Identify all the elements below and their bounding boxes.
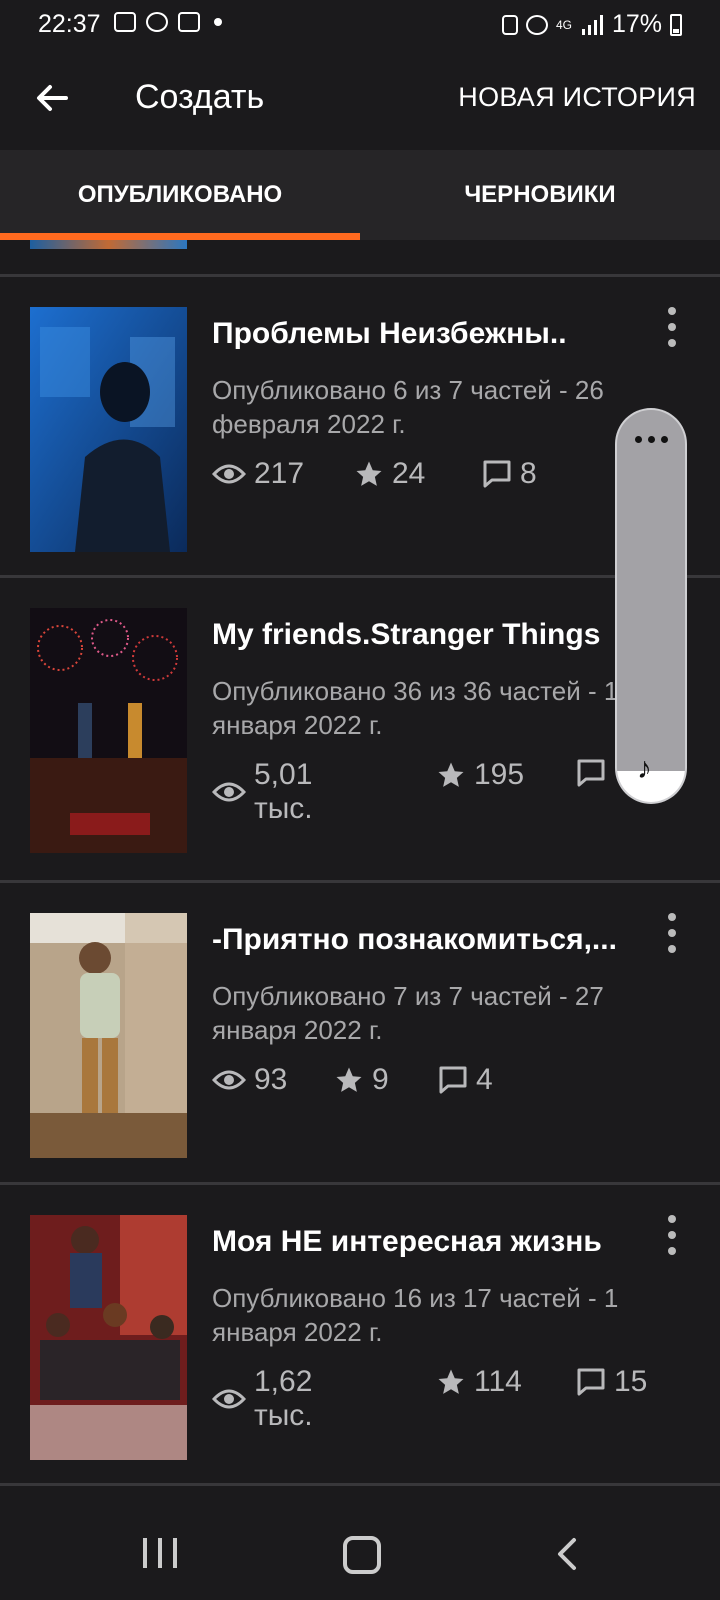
comments-count: 8 [520, 457, 537, 490]
status-bar: 22:37 4G 17% [0, 0, 720, 48]
story-meta: Опубликовано 36 из 36 частей - 1 января … [212, 676, 619, 740]
votes-count: 195 [474, 758, 525, 791]
comments-stat: 8 [482, 457, 537, 491]
system-nav-bar [0, 1510, 720, 1600]
gallery-icon [114, 12, 136, 32]
story-item[interactable]: -Приятно познакомиться,... Опубликовано … [0, 883, 720, 1188]
story-cover[interactable] [30, 913, 187, 1158]
story-cover[interactable] [30, 1215, 187, 1460]
story-title[interactable]: Моя НЕ интересная жизнь [212, 1225, 602, 1259]
votes-count: 114 [474, 1365, 522, 1398]
comments-stat: 15 [576, 1365, 647, 1399]
votes-stat: 114 [436, 1365, 522, 1399]
comments-stat: 4 [438, 1063, 493, 1097]
eye-icon [212, 782, 246, 802]
story-item[interactable]: Проблемы Неизбежны.. Опубликовано 6 из 7… [0, 277, 720, 582]
volume-more-icon[interactable] [617, 436, 685, 443]
recent-apps-button[interactable] [143, 1538, 177, 1572]
divider [0, 1483, 720, 1486]
tab-published[interactable]: ОПУБЛИКОВАНО [0, 150, 360, 240]
star-icon [336, 1067, 362, 1092]
story-cover-partial[interactable] [30, 240, 187, 249]
cover-image [30, 1215, 187, 1460]
story-meta: Опубликовано 6 из 7 частей - 26 февраля … [212, 375, 604, 439]
views-count: 5,01 тыс. [254, 758, 313, 825]
comment-icon [483, 460, 511, 488]
story-meta: Опубликовано 7 из 7 частей - 27 января 2… [212, 981, 604, 1045]
nav-back-button[interactable] [550, 1536, 584, 1572]
votes-stat: 9 [334, 1063, 389, 1097]
eye-icon [212, 464, 246, 484]
votes-count: 24 [392, 457, 426, 490]
story-title[interactable]: -Приятно познакомиться,... [212, 923, 617, 957]
app-notification-icon [178, 12, 200, 32]
tab-bar: ОПУБЛИКОВАНО ЧЕРНОВИКИ [0, 150, 720, 240]
eye-icon [212, 1389, 246, 1409]
recycle-icon [501, 14, 518, 35]
votes-count: 9 [372, 1063, 389, 1096]
views-count: 93 [254, 1063, 288, 1096]
battery-icon [670, 13, 682, 36]
views-stat: 5,01 тыс. [212, 758, 313, 826]
arrow-left-icon [37, 85, 68, 111]
views-count: 1,62 тыс. [254, 1365, 313, 1432]
views-count: 217 [254, 457, 305, 490]
views-stat: 217 [212, 457, 304, 491]
network-type-icon: 4G [555, 17, 572, 32]
viber-icon [146, 12, 168, 32]
story-list[interactable]: Проблемы Неизбежны.. Опубликовано 6 из 7… [0, 240, 720, 1510]
comment-icon [439, 1066, 467, 1094]
alarm-icon [525, 14, 548, 35]
comments-count: 4 [476, 1063, 493, 1096]
votes-stat: 24 [354, 457, 425, 491]
signal-icon [581, 14, 603, 35]
cover-image [30, 913, 187, 1158]
system-icons: 4G 17% [501, 10, 682, 39]
battery-percent: 17% [611, 10, 662, 38]
app-bar: Создать НОВАЯ ИСТОРИЯ [0, 48, 720, 148]
cover-image [30, 307, 187, 552]
comments-stat [576, 758, 614, 788]
story-cover[interactable] [30, 307, 187, 552]
comment-icon [577, 1368, 605, 1396]
back-button[interactable] [30, 76, 74, 120]
story-item[interactable]: My friends.Stranger Things Опубликовано … [0, 578, 720, 883]
views-stat: 93 [212, 1063, 287, 1097]
story-title[interactable]: My friends.Stranger Things [212, 618, 600, 652]
star-icon [438, 1369, 464, 1394]
more-notifications-icon [214, 18, 222, 26]
comment-icon [577, 759, 605, 787]
home-button[interactable] [343, 1536, 381, 1574]
votes-stat: 195 [436, 758, 524, 792]
story-title[interactable]: Проблемы Неизбежны.. [212, 317, 567, 351]
active-tab-indicator [0, 233, 360, 240]
eye-icon [212, 1070, 246, 1090]
page-title: Создать [135, 78, 265, 116]
story-cover[interactable] [30, 608, 187, 853]
star-icon [356, 461, 382, 486]
music-note-icon: ♪ [637, 752, 652, 785]
views-stat: 1,62 тыс. [212, 1365, 313, 1433]
cover-image [30, 608, 187, 853]
story-meta: Опубликовано 16 из 17 частей - 1 января … [212, 1283, 619, 1347]
status-time: 22:37 [38, 10, 101, 38]
chevron-left-icon [558, 1538, 576, 1570]
story-item[interactable]: Моя НЕ интересная жизнь Опубликовано 16 … [0, 1185, 720, 1490]
notification-icons [114, 12, 222, 32]
comments-count: 15 [614, 1365, 648, 1398]
more-options-button[interactable] [662, 307, 682, 347]
tab-drafts[interactable]: ЧЕРНОВИКИ [360, 150, 720, 240]
more-options-button[interactable] [662, 913, 682, 953]
new-story-button[interactable]: НОВАЯ ИСТОРИЯ [458, 82, 696, 113]
star-icon [438, 762, 464, 787]
volume-slider[interactable]: ♪ [617, 410, 685, 802]
more-options-button[interactable] [662, 1215, 682, 1255]
